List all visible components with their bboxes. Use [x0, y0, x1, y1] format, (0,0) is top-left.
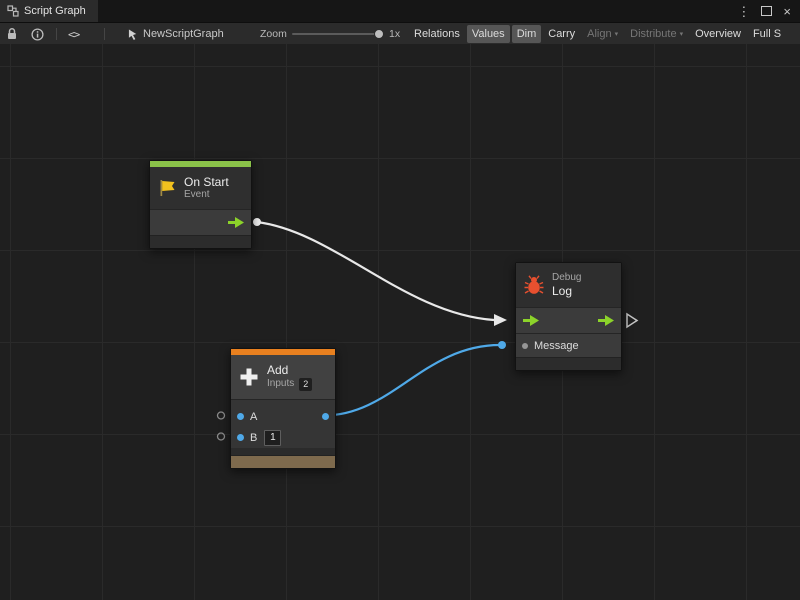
toolbar-separator	[56, 28, 57, 40]
graph-name-label: NewScriptGraph	[143, 28, 224, 40]
node-title: Add	[267, 363, 312, 377]
flow-continuation-triangle-icon[interactable]	[627, 314, 637, 327]
window-controls: ⋮ ×	[737, 0, 800, 22]
port-b-default-indicator[interactable]	[218, 433, 225, 440]
overview-button[interactable]: Overview	[690, 25, 746, 43]
add-output-port-dot[interactable]	[322, 413, 329, 420]
port-a-row: A	[231, 406, 335, 427]
port-b-label: B	[250, 432, 257, 444]
port-a-dot[interactable]	[237, 413, 244, 420]
node-category: Debug	[552, 272, 581, 285]
port-b-dot[interactable]	[237, 434, 244, 441]
onstart-flow-output-port[interactable]	[253, 218, 261, 226]
graph-pointer-icon	[128, 28, 139, 41]
node-on-start[interactable]: On Start Event	[149, 160, 252, 249]
script-graph-window: Script Graph ⋮ × <>	[0, 0, 800, 600]
zoom-value: 1x	[389, 23, 400, 45]
distribute-dropdown[interactable]: Distribute▾	[625, 25, 688, 43]
node-body-gap	[231, 448, 335, 455]
graph-toolbar: <> NewScriptGraph Zoom 1x Relations Valu…	[0, 22, 800, 46]
wire-arrowhead-icon[interactable]	[494, 314, 507, 326]
node-debug-log[interactable]: Debug Log Message	[515, 262, 622, 371]
flag-icon	[157, 178, 177, 198]
relations-button[interactable]: Relations	[409, 25, 465, 43]
node-footer	[150, 235, 251, 248]
port-a-label: A	[250, 411, 257, 423]
maximize-icon[interactable]	[761, 6, 772, 16]
chevron-down-icon: ▾	[680, 31, 684, 38]
close-icon[interactable]: ×	[783, 5, 791, 18]
lock-icon[interactable]	[6, 23, 18, 45]
zoom-label: Zoom	[260, 23, 287, 45]
ports-section: A B	[231, 399, 335, 448]
message-input-connection[interactable]	[498, 341, 506, 349]
titlebar: Script Graph ⋮ ×	[0, 0, 800, 22]
chevron-down-icon: ▾	[615, 31, 619, 38]
message-port-row: Message	[516, 333, 621, 357]
fullscreen-button[interactable]: Full S	[748, 25, 786, 43]
info-icon[interactable]	[31, 23, 44, 45]
flow-input-arrow-icon[interactable]	[522, 314, 540, 327]
node-subtitle: Inputs	[267, 378, 294, 391]
toolbar-buttons: Relations Values Dim Carry Align▾ Distri…	[409, 23, 786, 45]
graph-name[interactable]: NewScriptGraph	[128, 23, 224, 45]
wire-onstart-to-log[interactable]	[257, 222, 494, 320]
carry-button[interactable]: Carry	[543, 25, 580, 43]
node-footer	[516, 357, 621, 370]
align-dropdown[interactable]: Align▾	[582, 25, 623, 43]
values-button[interactable]: Values	[467, 25, 510, 43]
menu-kebab-icon[interactable]: ⋮	[737, 5, 750, 18]
inputs-count-badge[interactable]: 2	[299, 378, 312, 391]
zoom-slider[interactable]	[292, 33, 380, 35]
flow-arrow-icon[interactable]	[227, 216, 245, 229]
port-a-default-indicator[interactable]	[218, 412, 225, 419]
tab-title: Script Graph	[24, 5, 86, 17]
node-header[interactable]: Add Inputs 2	[231, 355, 335, 399]
script-graph-icon	[7, 5, 19, 17]
zoom-slider-handle[interactable]	[374, 29, 384, 39]
code-view-icon[interactable]: <>	[68, 23, 79, 45]
port-b-row: B	[231, 427, 335, 448]
flow-output-row	[150, 209, 251, 235]
graph-canvas[interactable]: On Start Event	[0, 44, 800, 600]
plus-icon	[238, 366, 260, 388]
flow-row	[516, 307, 621, 333]
flow-output-arrow-icon[interactable]	[597, 314, 615, 327]
node-title: On Start	[184, 175, 229, 189]
message-port-label: Message	[534, 340, 579, 352]
node-header[interactable]: Debug Log	[516, 263, 621, 307]
node-add[interactable]: Add Inputs 2 A B	[230, 348, 336, 469]
wire-layer	[0, 44, 800, 600]
tab-script-graph[interactable]: Script Graph	[0, 0, 98, 22]
node-title: Log	[552, 284, 581, 298]
dim-button[interactable]: Dim	[512, 25, 542, 43]
bug-icon	[523, 274, 545, 296]
wire-add-to-message[interactable]	[324, 345, 500, 416]
node-subtitle: Event	[184, 189, 229, 202]
port-b-value-field[interactable]	[264, 430, 281, 446]
message-port-dot[interactable]	[522, 343, 528, 349]
toolbar-separator	[104, 28, 105, 40]
node-header[interactable]: On Start Event	[150, 167, 251, 209]
node-footer-bar	[231, 455, 335, 468]
